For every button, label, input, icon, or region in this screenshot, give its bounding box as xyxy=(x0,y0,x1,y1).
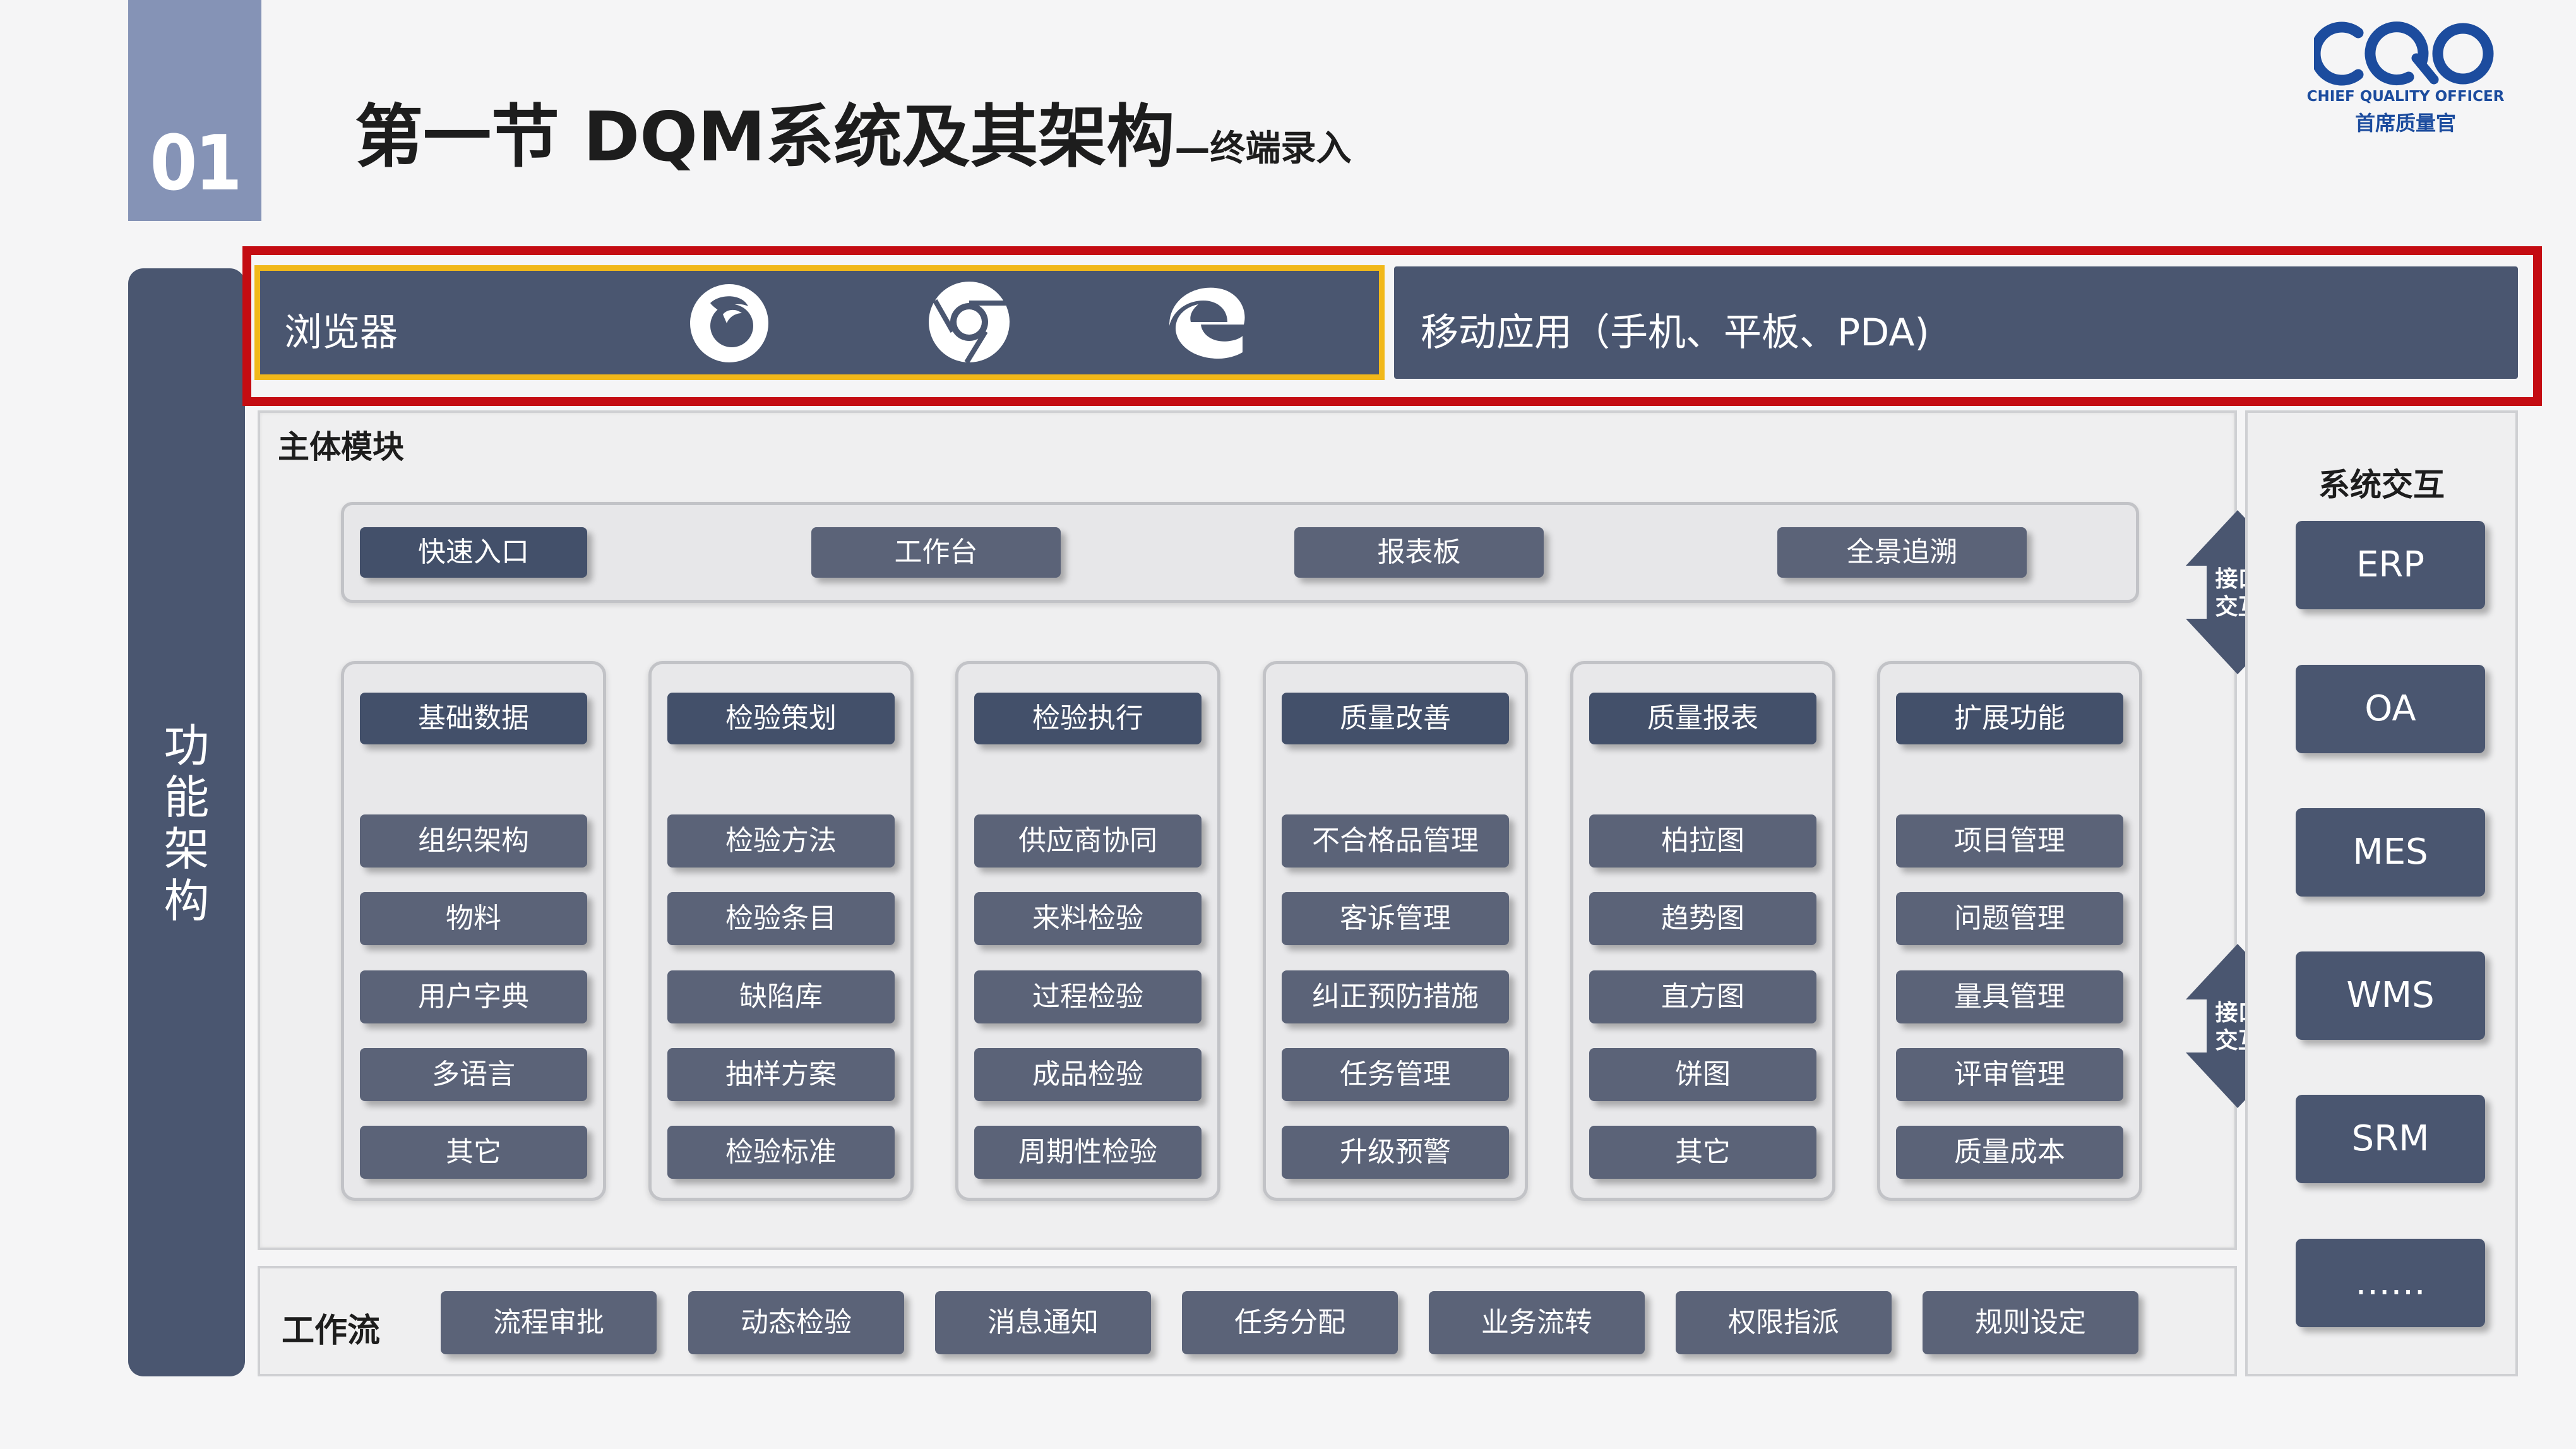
function-architecture-label: 功能架构 xyxy=(164,719,210,927)
system-item[interactable]: SRM xyxy=(2296,1095,2485,1183)
system-interaction-title: 系统交互 xyxy=(2318,467,2445,503)
logo: CHIEF QUALITY OFFICER 首席质量官 xyxy=(2305,19,2507,158)
workflow-item[interactable]: 消息通知 xyxy=(935,1291,1151,1354)
workflow-item[interactable]: 动态检验 xyxy=(688,1291,904,1354)
quick-item-full-trace[interactable]: 全景追溯 xyxy=(1777,527,2027,578)
module-item[interactable]: 饼图 xyxy=(1589,1048,1816,1101)
main-module-title: 主体模块 xyxy=(278,429,404,465)
module-item[interactable]: 其它 xyxy=(1589,1126,1816,1179)
module-item[interactable]: 不合格品管理 xyxy=(1282,814,1509,868)
workflow-item[interactable]: 规则设定 xyxy=(1923,1291,2138,1354)
system-item[interactable]: OA xyxy=(2296,665,2485,753)
module-item[interactable]: 质量成本 xyxy=(1896,1126,2123,1179)
module-column-header[interactable]: 检验执行 xyxy=(974,693,1202,744)
workflow-item[interactable]: 流程审批 xyxy=(441,1291,657,1354)
module-item[interactable]: 组织架构 xyxy=(360,814,587,868)
module-item[interactable]: 项目管理 xyxy=(1896,814,2123,868)
module-column-header[interactable]: 质量改善 xyxy=(1282,693,1509,744)
workflow-item[interactable]: 权限指派 xyxy=(1676,1291,1892,1354)
module-item[interactable]: 任务管理 xyxy=(1282,1048,1509,1101)
workflow-item[interactable]: 任务分配 xyxy=(1182,1291,1398,1354)
system-item[interactable]: …… xyxy=(2296,1239,2485,1327)
module-item[interactable]: 量具管理 xyxy=(1896,970,2123,1023)
system-item[interactable]: MES xyxy=(2296,808,2485,897)
module-item[interactable]: 直方图 xyxy=(1589,970,1816,1023)
quick-item-workbench[interactable]: 工作台 xyxy=(811,527,1061,578)
quick-item-shortcut[interactable]: 快速入口 xyxy=(360,527,587,578)
module-item[interactable]: 供应商协同 xyxy=(974,814,1202,868)
workflow-item[interactable]: 业务流转 xyxy=(1429,1291,1645,1354)
module-column-header[interactable]: 扩展功能 xyxy=(1896,693,2123,744)
module-item[interactable]: 周期性检验 xyxy=(974,1126,1202,1179)
mobile-app-label: 移动应用（手机、平板、PDA) xyxy=(1421,311,1929,355)
page-title: 第一节 DQM系统及其架构—终端录入 xyxy=(355,82,1352,181)
module-item[interactable]: 过程检验 xyxy=(974,970,1202,1023)
module-item[interactable]: 缺陷库 xyxy=(667,970,895,1023)
module-item[interactable]: 检验标准 xyxy=(667,1126,895,1179)
page-subtitle: —终端录入 xyxy=(1174,128,1352,169)
module-item[interactable]: 检验方法 xyxy=(667,814,895,868)
firefox-icon xyxy=(690,284,768,362)
logo-chinese: 首席质量官 xyxy=(2354,111,2456,135)
chrome-icon xyxy=(929,282,1010,364)
module-item[interactable]: 问题管理 xyxy=(1896,892,2123,945)
page-title-main: 第一节 DQM系统及其架构 xyxy=(355,98,1175,177)
system-item[interactable]: WMS xyxy=(2296,951,2485,1040)
quick-item-report-board[interactable]: 报表板 xyxy=(1294,527,1544,578)
module-column-header[interactable]: 质量报表 xyxy=(1589,693,1816,744)
workflow-title: 工作流 xyxy=(282,1312,381,1350)
module-item[interactable]: 趋势图 xyxy=(1589,892,1816,945)
module-item[interactable]: 纠正预防措施 xyxy=(1282,970,1509,1023)
module-column-header[interactable]: 检验策划 xyxy=(667,693,895,744)
module-item[interactable]: 物料 xyxy=(360,892,587,945)
module-item[interactable]: 来料检验 xyxy=(974,892,1202,945)
module-item[interactable]: 成品检验 xyxy=(974,1048,1202,1101)
module-column-header[interactable]: 基础数据 xyxy=(360,693,587,744)
module-item[interactable]: 评审管理 xyxy=(1896,1048,2123,1101)
module-item[interactable]: 检验条目 xyxy=(667,892,895,945)
edge-icon xyxy=(1169,287,1245,359)
module-item[interactable]: 抽样方案 xyxy=(667,1048,895,1101)
section-number: 01 xyxy=(150,120,242,208)
module-item[interactable]: 用户字典 xyxy=(360,970,587,1023)
cqo-logo-mark xyxy=(2314,21,2494,86)
browser-label: 浏览器 xyxy=(284,311,398,355)
module-item[interactable]: 多语言 xyxy=(360,1048,587,1101)
module-item[interactable]: 客诉管理 xyxy=(1282,892,1509,945)
module-item[interactable]: 柏拉图 xyxy=(1589,814,1816,868)
logo-english: CHIEF QUALITY OFFICER xyxy=(2306,88,2505,105)
system-item[interactable]: ERP xyxy=(2296,521,2485,609)
module-item[interactable]: 升级预警 xyxy=(1282,1126,1509,1179)
module-item[interactable]: 其它 xyxy=(360,1126,587,1179)
